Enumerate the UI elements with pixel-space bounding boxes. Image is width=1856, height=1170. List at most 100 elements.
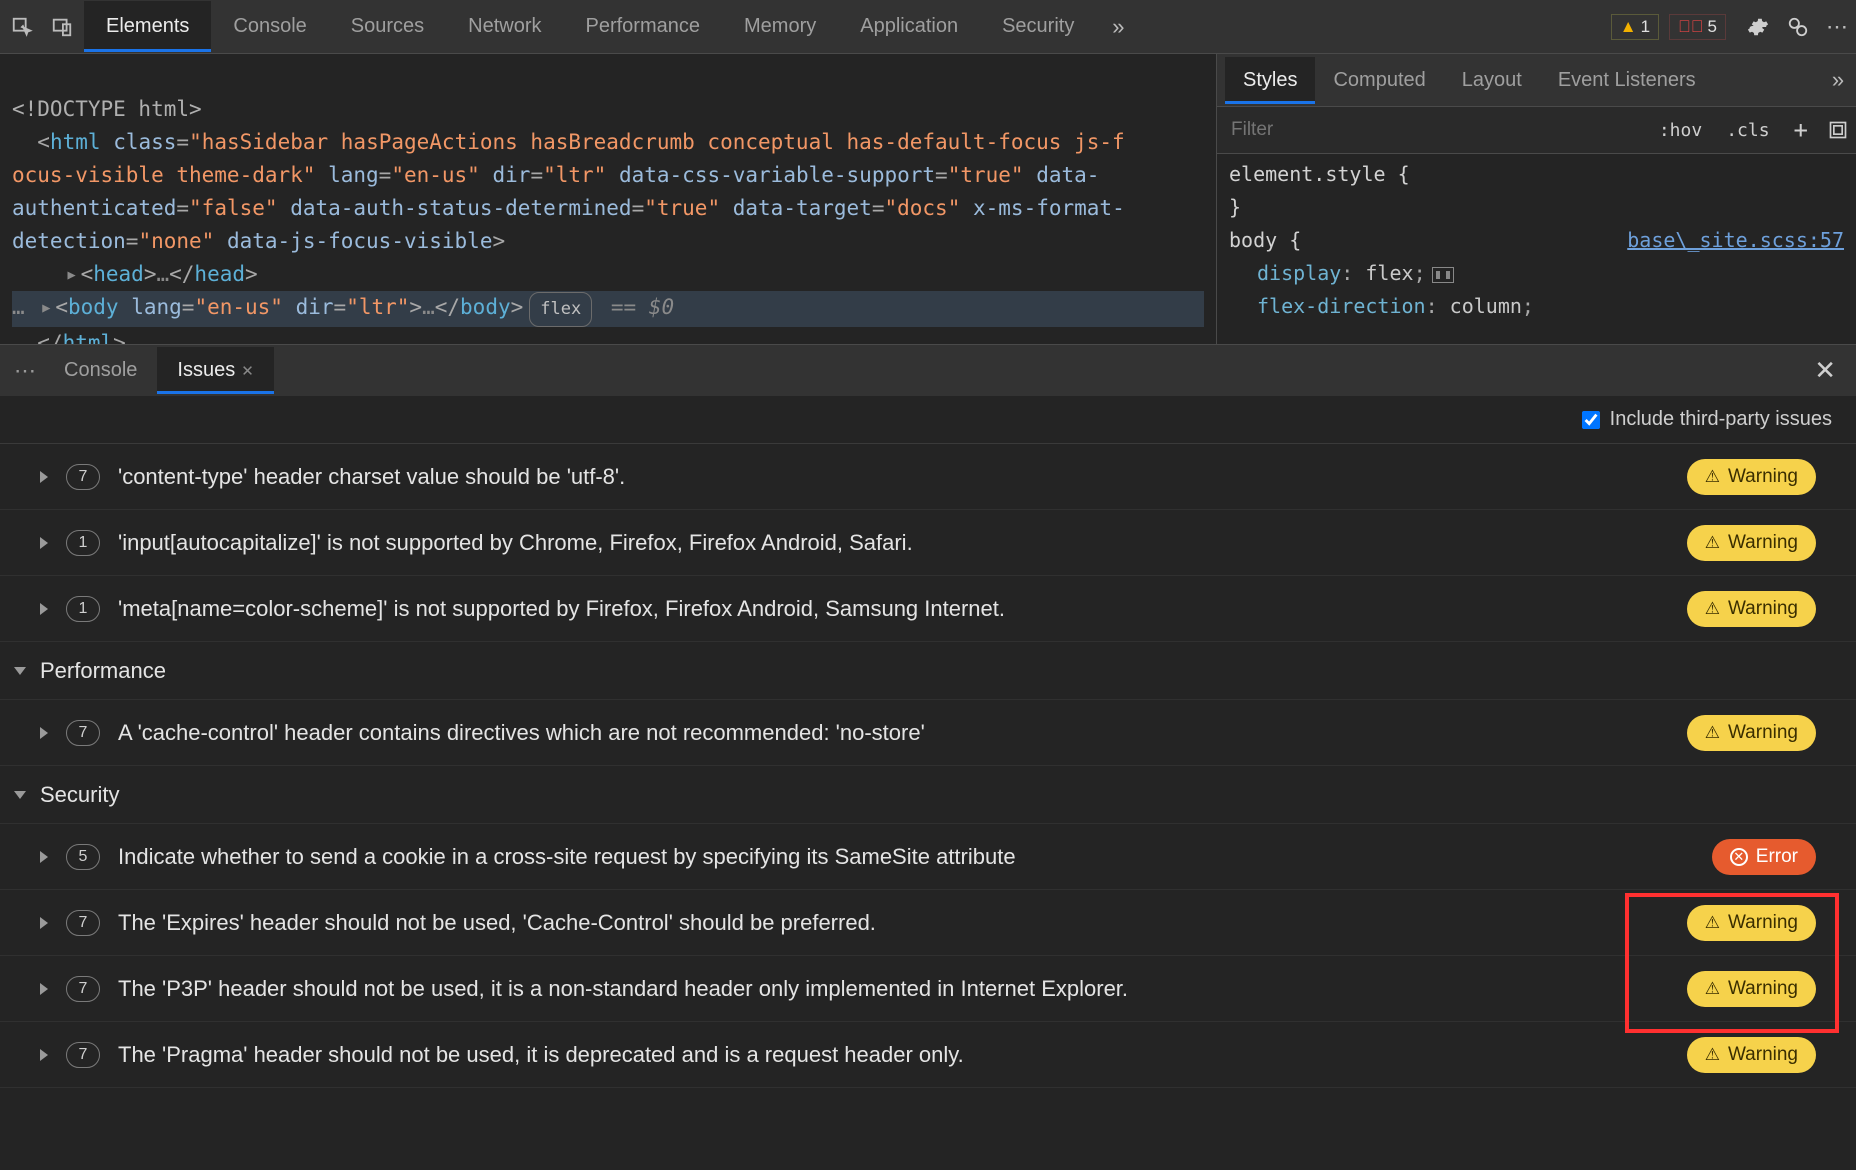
tab-network[interactable]: Network — [446, 1, 563, 52]
rule-source-link[interactable]: base\_site.scss:57 — [1627, 224, 1844, 257]
device-toggle-icon[interactable] — [44, 9, 80, 45]
css-prop-display[interactable]: display — [1257, 261, 1341, 285]
chevron-right-icon — [40, 1049, 48, 1061]
chevron-right-icon — [40, 537, 48, 549]
dom-doctype: <!DOCTYPE html> — [12, 97, 202, 121]
issue-row[interactable]: 7'content-type' header charset value sho… — [0, 444, 1856, 510]
dom-selected-node[interactable]: … ▸<body lang="en-us" dir="ltr">…</body>… — [12, 291, 1204, 327]
warnings-count: 1 — [1641, 17, 1650, 37]
css-prop-flexdir[interactable]: flex-direction — [1257, 294, 1426, 318]
issue-text: 'meta[name=color-scheme]' is not support… — [118, 596, 1669, 622]
drawer-tab-issues[interactable]: Issues✕ — [157, 347, 273, 394]
issue-text: The 'P3P' header should not be used, it … — [118, 976, 1669, 1002]
drawer-tab-console[interactable]: Console — [44, 347, 157, 394]
warning-triangle-icon: ▲ — [1620, 17, 1637, 37]
issue-text: Indicate whether to send a cookie in a c… — [118, 844, 1694, 870]
drawer-close-icon[interactable]: ✕ — [1814, 355, 1836, 386]
issue-row[interactable]: 7 The 'P3P' header should not be used, it… — [0, 956, 1856, 1022]
tab-application[interactable]: Application — [838, 1, 980, 52]
eq-dollar0: == $0 — [611, 295, 674, 319]
issue-count: 1 — [66, 596, 100, 622]
flexbox-editor-icon[interactable] — [1432, 267, 1454, 283]
styles-tab-event-listeners[interactable]: Event Listeners — [1540, 57, 1714, 104]
tab-elements[interactable]: Elements — [84, 1, 211, 52]
dom-tree-pane[interactable]: <!DOCTYPE html> <html class="hasSidebar … — [0, 54, 1216, 344]
issue-row[interactable]: 1 'meta[name=color-scheme]' is not suppor… — [0, 576, 1856, 642]
experiments-icon[interactable] — [1780, 9, 1816, 45]
tab-console[interactable]: Console — [211, 1, 328, 52]
error-square-icon: �⃠ — [1678, 17, 1704, 37]
chevron-down-icon — [14, 667, 26, 675]
computed-toggle-icon[interactable] — [1820, 112, 1856, 148]
styles-tab-styles[interactable]: Styles — [1225, 57, 1315, 104]
rule-body[interactable]: body { — [1229, 228, 1301, 252]
include-third-party-checkbox[interactable] — [1582, 411, 1600, 429]
issue-row[interactable]: 7A 'cache-control' header contains direc… — [0, 700, 1856, 766]
severity-badge: Warning — [1687, 905, 1816, 941]
issue-count: 7 — [66, 720, 100, 746]
tab-security[interactable]: Security — [980, 1, 1096, 52]
styles-more-tabs-icon[interactable]: » — [1820, 62, 1856, 98]
new-style-rule-icon[interactable]: + — [1782, 116, 1820, 144]
tab-performance[interactable]: Performance — [564, 1, 723, 52]
close-tab-icon[interactable]: ✕ — [241, 363, 254, 380]
issue-count: 7 — [66, 976, 100, 1002]
hov-toggle[interactable]: :hov — [1647, 120, 1714, 141]
severity-badge: Warning — [1687, 971, 1816, 1007]
issue-category[interactable]: Security — [0, 766, 1856, 824]
error-circle-icon: ✕ — [1730, 848, 1748, 866]
top-tab-container: ElementsConsoleSourcesNetworkPerformance… — [84, 1, 1096, 52]
issue-row[interactable]: 7 The 'Expires' header should not be used… — [0, 890, 1856, 956]
issue-text: The 'Expires' header should not be used,… — [118, 910, 1669, 936]
drawer-menu-icon[interactable]: ⋯ — [14, 358, 38, 384]
warning-triangle-icon — [1705, 912, 1720, 934]
styles-tab-computed[interactable]: Computed — [1315, 57, 1443, 104]
category-label: Performance — [40, 658, 166, 684]
errors-badge[interactable]: �⃠ 5 — [1669, 14, 1726, 40]
kebab-menu-icon[interactable]: ⋯ — [1820, 9, 1856, 45]
styles-pane: StylesComputedLayoutEvent Listeners » :h… — [1216, 54, 1856, 344]
flex-badge[interactable]: flex — [529, 292, 592, 327]
issue-count: 5 — [66, 844, 100, 870]
warning-triangle-icon — [1705, 722, 1720, 744]
chevron-right-icon — [40, 727, 48, 739]
issue-count: 7 — [66, 1042, 100, 1068]
styles-tabs: StylesComputedLayoutEvent Listeners » — [1217, 54, 1856, 106]
chevron-right-icon — [40, 917, 48, 929]
rule-element-style[interactable]: element.style { — [1229, 162, 1410, 186]
more-tabs-icon[interactable]: » — [1100, 9, 1136, 45]
issue-count: 1 — [66, 530, 100, 556]
settings-gear-icon[interactable] — [1740, 9, 1776, 45]
severity-badge: Warning — [1687, 1037, 1816, 1073]
main-split: <!DOCTYPE html> <html class="hasSidebar … — [0, 54, 1856, 344]
styles-rules[interactable]: element.style { } body { base\_site.scss… — [1217, 154, 1856, 327]
include-third-party-label: Include third-party issues — [1610, 408, 1832, 431]
chevron-right-icon — [40, 603, 48, 615]
issues-list: 7'content-type' header charset value sho… — [0, 444, 1856, 1088]
errors-count: 5 — [1708, 17, 1717, 37]
chevron-right-icon — [40, 851, 48, 863]
issue-count: 7 — [66, 910, 100, 936]
warnings-badge[interactable]: ▲ 1 — [1611, 14, 1659, 40]
chevron-down-icon — [14, 791, 26, 799]
issue-row[interactable]: 1 'input[autocapitalize]' is not supporte… — [0, 510, 1856, 576]
issue-row[interactable]: 7The 'Pragma' header should not be used,… — [0, 1022, 1856, 1088]
issue-count: 7 — [66, 464, 100, 490]
severity-badge: Warning — [1687, 591, 1816, 627]
issue-row[interactable]: 5 Indicate whether to send a cookie in a … — [0, 824, 1856, 890]
styles-filter-input[interactable] — [1217, 119, 1647, 141]
issue-text: 'input[autocapitalize]' is not supported… — [118, 530, 1669, 556]
devtools-main-tabs: ElementsConsoleSourcesNetworkPerformance… — [0, 0, 1856, 54]
styles-tab-layout[interactable]: Layout — [1444, 57, 1540, 104]
tab-sources[interactable]: Sources — [329, 1, 446, 52]
styles-filter-row: :hov .cls + — [1217, 106, 1856, 154]
include-third-party-row: Include third-party issues — [0, 396, 1856, 444]
tab-memory[interactable]: Memory — [722, 1, 838, 52]
severity-badge: Warning — [1687, 459, 1816, 495]
cls-toggle[interactable]: .cls — [1714, 120, 1781, 141]
issue-category[interactable]: Performance — [0, 642, 1856, 700]
warning-triangle-icon — [1705, 978, 1720, 1000]
severity-badge: Warning — [1687, 715, 1816, 751]
drawer-tabs: ⋯ ConsoleIssues✕ ✕ — [0, 344, 1856, 396]
inspect-icon[interactable] — [4, 9, 40, 45]
